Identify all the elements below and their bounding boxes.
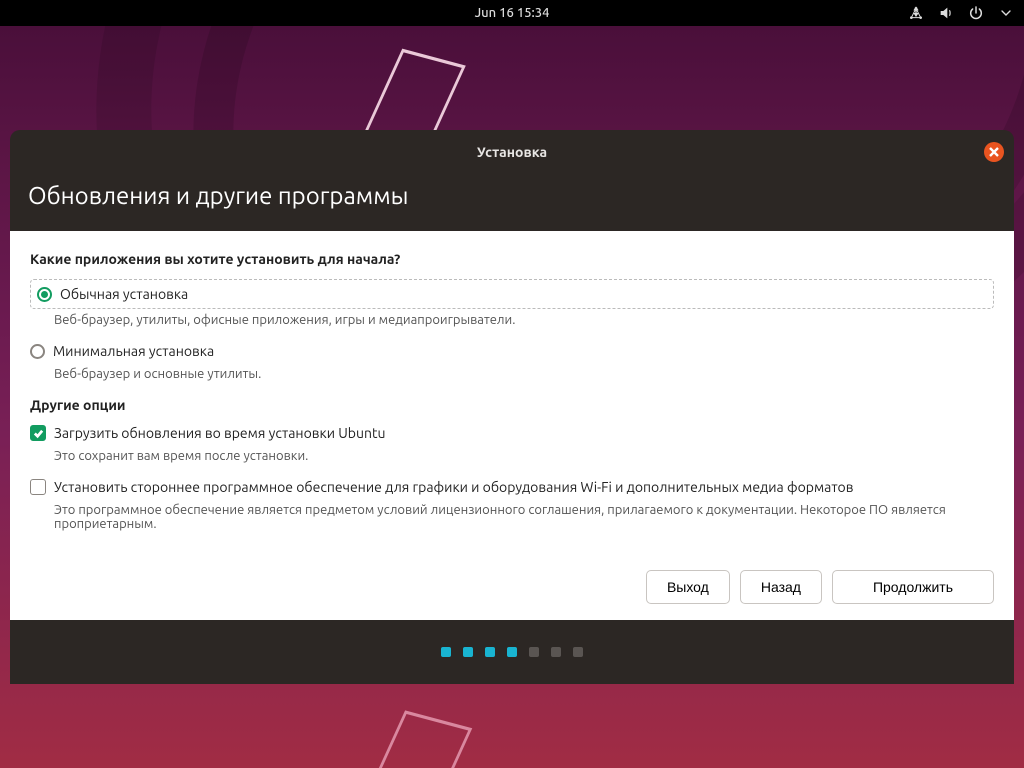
- continue-button[interactable]: Продолжить: [832, 570, 994, 604]
- window-titlebar: Установка: [10, 130, 1014, 174]
- checkbox-icon: [30, 479, 46, 495]
- radio-label: Минимальная установка: [53, 343, 214, 359]
- third-party-description: Это программное обеспечение является пре…: [54, 503, 994, 531]
- power-icon[interactable]: [968, 5, 984, 21]
- back-button[interactable]: Назад: [740, 570, 822, 604]
- progress-dots: [10, 620, 1014, 684]
- checkbox-label: Установить стороннее программное обеспеч…: [54, 479, 853, 495]
- system-tray: [908, 5, 1014, 21]
- chevron-down-icon[interactable]: [998, 5, 1014, 21]
- installer-window: Установка Обновления и другие программы …: [10, 130, 1014, 620]
- progress-dot: [529, 647, 539, 657]
- install-type-question: Какие приложения вы хотите установить дл…: [30, 251, 994, 267]
- progress-dot: [507, 647, 517, 657]
- close-icon: [989, 147, 999, 157]
- check-icon: [33, 428, 44, 439]
- volume-icon[interactable]: [938, 5, 954, 21]
- radio-minimal-install[interactable]: Минимальная установка: [30, 339, 994, 363]
- minimal-install-description: Веб-браузер и основные утилиты.: [54, 367, 994, 381]
- radio-normal-install[interactable]: Обычная установка: [30, 279, 994, 309]
- radio-icon: [30, 344, 45, 359]
- progress-dot: [441, 647, 451, 657]
- button-row: Выход Назад Продолжить: [30, 558, 994, 604]
- normal-install-description: Веб-браузер, утилиты, офисные приложения…: [54, 313, 994, 327]
- download-updates-description: Это сохранит вам время после установки.: [54, 449, 994, 463]
- checkbox-third-party[interactable]: Установить стороннее программное обеспеч…: [30, 475, 994, 499]
- progress-dot: [551, 647, 561, 657]
- quit-button[interactable]: Выход: [646, 570, 730, 604]
- checkbox-label: Загрузить обновления во время установки …: [54, 425, 385, 441]
- network-icon[interactable]: [908, 5, 924, 21]
- progress-dot: [485, 647, 495, 657]
- clock: Jun 16 15:34: [475, 6, 550, 20]
- window-title: Установка: [477, 144, 547, 160]
- other-options-label: Другие опции: [30, 397, 994, 413]
- radio-icon: [37, 287, 52, 302]
- checkbox-download-updates[interactable]: Загрузить обновления во время установки …: [30, 421, 994, 445]
- installer-content: Какие приложения вы хотите установить дл…: [10, 231, 1014, 620]
- top-bar: Jun 16 15:34: [0, 0, 1024, 26]
- progress-dot: [573, 647, 583, 657]
- page-heading: Обновления и другие программы: [10, 174, 1014, 231]
- progress-dot: [463, 647, 473, 657]
- close-button[interactable]: [984, 142, 1004, 162]
- radio-label: Обычная установка: [60, 286, 188, 302]
- checkbox-icon: [30, 425, 46, 441]
